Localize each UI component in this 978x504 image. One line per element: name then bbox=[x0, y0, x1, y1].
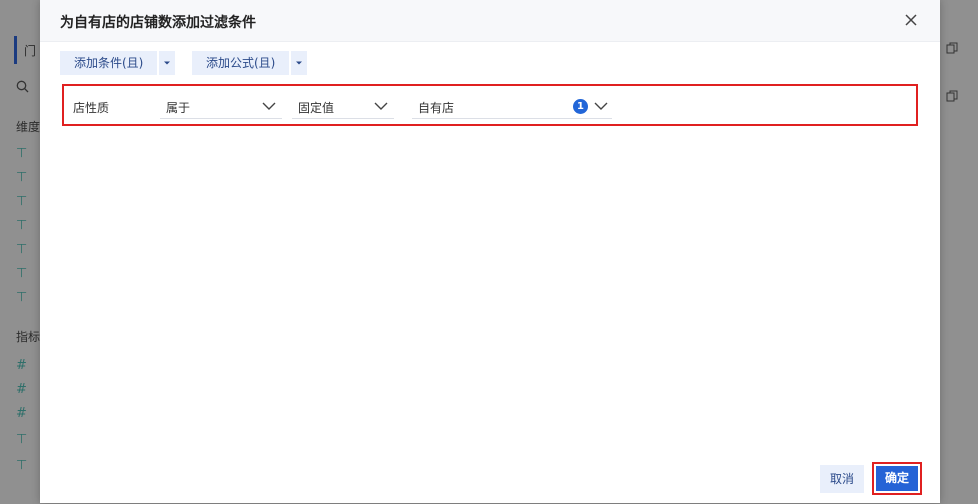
background-panel-title: 门 bbox=[24, 44, 37, 58]
add-condition-button[interactable]: 添加条件(且) bbox=[60, 51, 158, 75]
background-left-panel: 门 维度 ⊤ ⊤ ⊤ ⊤ ⊤ ⊤ ⊤ 指标 # # # ⊤ ⊤ bbox=[0, 0, 40, 504]
ok-button-highlight: 确定 bbox=[872, 462, 922, 495]
add-formula-button[interactable]: 添加公式(且) bbox=[192, 51, 290, 75]
chevron-down-icon bbox=[594, 102, 608, 110]
text-type-icon: ⊤ bbox=[16, 194, 28, 209]
add-formula-dropdown[interactable] bbox=[291, 51, 308, 75]
caret-down-icon bbox=[296, 61, 303, 65]
background-section-dimension: 维度 bbox=[16, 120, 41, 134]
close-button[interactable] bbox=[902, 11, 920, 29]
copy-icon bbox=[946, 90, 958, 105]
text-type-icon: ⊤ bbox=[16, 290, 28, 305]
value-select[interactable]: 自有店 1 bbox=[412, 95, 612, 119]
add-condition-split-button: 添加条件(且) bbox=[60, 51, 176, 75]
add-formula-split-button: 添加公式(且) bbox=[192, 51, 308, 75]
search-icon bbox=[16, 80, 29, 96]
text-type-icon: ⊤ bbox=[16, 146, 28, 161]
background-active-bar bbox=[14, 36, 17, 64]
background-section-metric: 指标 bbox=[16, 330, 41, 344]
copy-icon bbox=[946, 42, 958, 57]
text-type-icon: ⊤ bbox=[16, 432, 28, 447]
text-type-icon: ⊤ bbox=[16, 170, 28, 185]
number-type-icon: # bbox=[16, 382, 27, 397]
selected-count-badge: 1 bbox=[573, 99, 588, 114]
text-type-icon: ⊤ bbox=[16, 242, 28, 257]
close-icon bbox=[905, 14, 917, 26]
text-type-icon: ⊤ bbox=[16, 266, 28, 281]
dialog-header: 为自有店的店铺数添加过滤条件 bbox=[40, 0, 940, 42]
operator-value: 属于 bbox=[166, 101, 191, 115]
number-type-icon: # bbox=[16, 358, 27, 373]
number-type-icon: # bbox=[16, 406, 27, 421]
value-value: 自有店 bbox=[418, 101, 455, 115]
condition-field-label: 店性质 bbox=[73, 101, 110, 115]
condition-row: 店性质 属于 固定值 自有店 1 bbox=[62, 84, 918, 126]
value-type-select[interactable]: 固定值 bbox=[292, 95, 394, 119]
caret-down-icon bbox=[164, 61, 171, 65]
value-type-value: 固定值 bbox=[298, 101, 335, 115]
ok-button[interactable]: 确定 bbox=[876, 466, 918, 491]
chevron-down-icon bbox=[374, 102, 388, 110]
text-type-icon: ⊤ bbox=[16, 458, 28, 473]
add-condition-dropdown[interactable] bbox=[159, 51, 176, 75]
dialog-title: 为自有店的店铺数添加过滤条件 bbox=[60, 15, 256, 31]
chevron-down-icon bbox=[262, 102, 276, 110]
cancel-button[interactable]: 取消 bbox=[820, 465, 864, 493]
filter-dialog: 为自有店的店铺数添加过滤条件 添加条件(且) 添加公式(且) 店性质 属于 固定… bbox=[40, 0, 940, 503]
operator-select[interactable]: 属于 bbox=[160, 95, 282, 119]
text-type-icon: ⊤ bbox=[16, 218, 28, 233]
background-right-panel bbox=[940, 0, 978, 504]
